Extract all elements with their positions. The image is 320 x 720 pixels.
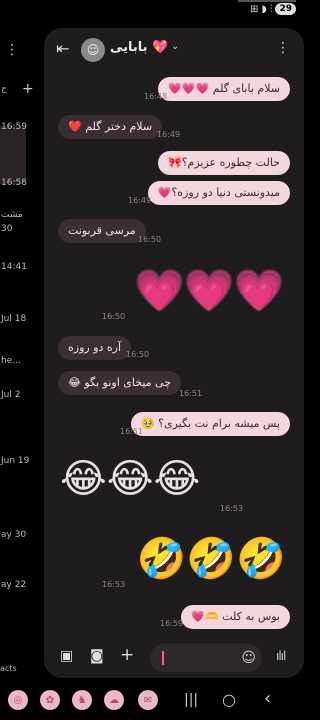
dock-app-icon[interactable]: ☁ xyxy=(104,690,124,710)
status-icons: ⊞ ◗ ⫶ 29 xyxy=(250,3,296,15)
gallery-icon[interactable]: ▣ xyxy=(60,648,73,664)
list-time: ay 30 xyxy=(1,530,27,540)
list-time: he... xyxy=(1,356,21,366)
message-bubble-incoming[interactable]: سلام دختر گلم ❤️ xyxy=(58,115,163,139)
home-icon[interactable]: ○ xyxy=(222,690,236,709)
emoji-message-hearts[interactable]: 💗💗💗 xyxy=(135,268,284,314)
chevron-down-icon[interactable]: ⌄ xyxy=(171,41,179,52)
list-letters: ج xyxy=(1,84,7,94)
app-dock: ◎ ✿ ♞ ☁ ✉ xyxy=(0,686,170,720)
message-bubble-incoming[interactable]: مرسی قربونت xyxy=(58,219,146,243)
message-bubble-incoming[interactable]: چی میخای اونو بگو 😂 xyxy=(58,371,182,395)
dock-app-icon[interactable]: ✉ xyxy=(138,690,158,710)
list-time: Jul 2 xyxy=(1,390,21,400)
more-options-icon[interactable]: ⋮ xyxy=(276,40,290,56)
text-cursor xyxy=(162,651,164,665)
message-bubble-outgoing[interactable]: پس میشه برام نت بگیری؟ 🥹 xyxy=(130,412,290,436)
message-time: 16:53 xyxy=(102,580,126,589)
battery-level: 29 xyxy=(275,3,296,15)
message-time: 16:53 xyxy=(220,504,244,513)
dock-app-icon[interactable]: ◎ xyxy=(8,690,28,710)
voice-message-icon[interactable]: ılıl xyxy=(276,649,286,663)
message-bubble-incoming[interactable]: آره دو روزه xyxy=(58,336,132,360)
dock-app-icon[interactable]: ♞ xyxy=(72,690,92,710)
message-time: 16:51 xyxy=(179,389,203,398)
list-time: Jul 18 xyxy=(1,314,27,324)
message-time: 16:50 xyxy=(126,350,150,359)
message-time: 16:50 xyxy=(102,312,126,321)
message-bubble-outgoing[interactable]: حالت چطوره عزیزم؟🎀 xyxy=(158,151,290,175)
message-time: 16:49 xyxy=(157,130,181,139)
status-line xyxy=(238,0,296,2)
emoji-icon[interactable]: ☺ xyxy=(241,650,256,666)
contact-name[interactable]: بابایی 💖 xyxy=(110,40,168,55)
background-chat-list: ⋮ ج + 16:59 16:58 مشت 30 14:41 Jul 18 he… xyxy=(0,22,44,662)
message-time: 16:48 xyxy=(144,92,168,101)
list-time: 14:41 xyxy=(1,262,27,272)
message-time: 16:51 xyxy=(120,427,144,436)
back-arrow-icon[interactable]: ⇤ xyxy=(56,39,69,58)
message-input[interactable]: ☺ xyxy=(150,644,262,672)
attach-plus-icon[interactable]: + xyxy=(120,645,134,665)
emoji-message-laughing[interactable]: 😂😂😂 xyxy=(60,456,200,502)
back-icon[interactable]: ‹ xyxy=(264,688,271,709)
list-time: 30 xyxy=(1,224,13,234)
emoji-message-rofl[interactable]: 🤣🤣🤣 xyxy=(137,536,286,582)
status-icons-glyphs: ⊞ ◗ ⫶ xyxy=(249,3,273,15)
chat-panel: ⇤ ☺ بابایی 💖 ⌄ ⋮ سلام بابای گلم 💗💗💗 16:4… xyxy=(44,28,304,678)
contacts-label: acts xyxy=(0,664,17,673)
message-time: 16:49 xyxy=(128,196,152,205)
list-time: Jun 19 xyxy=(1,456,30,466)
menu-icon[interactable]: ⋮ xyxy=(5,42,19,58)
chat-header: ⇤ ☺ بابایی 💖 ⌄ ⋮ xyxy=(44,28,304,70)
list-time: 16:58 xyxy=(1,178,27,188)
message-time: 16:59 xyxy=(160,619,184,628)
list-time: ay 22 xyxy=(1,580,27,590)
message-bubble-outgoing[interactable]: بوس به کلت 🫶💗 xyxy=(181,605,290,629)
status-bar: ⊞ ◗ ⫶ 29 xyxy=(0,0,310,22)
list-time: 16:59 xyxy=(1,122,27,132)
recent-apps-icon[interactable]: ||| xyxy=(184,692,198,708)
message-bubble-outgoing[interactable]: میدونستی دنیا دو روزه؟💗 xyxy=(147,181,290,205)
list-time: مشت xyxy=(1,210,23,220)
dock-app-icon[interactable]: ✿ xyxy=(40,690,60,710)
avatar-icon: ☺ xyxy=(86,43,100,57)
selected-list-item[interactable] xyxy=(0,126,26,184)
message-composer: ▣ ◙ + ☺ ılıl xyxy=(44,640,304,678)
message-bubble-outgoing[interactable]: سلام بابای گلم 💗💗💗 xyxy=(158,77,290,101)
camera-icon[interactable]: ◙ xyxy=(90,648,104,664)
avatar[interactable]: ☺ xyxy=(81,38,105,62)
new-chat-icon[interactable]: + xyxy=(22,81,34,97)
message-time: 16:50 xyxy=(138,235,162,244)
